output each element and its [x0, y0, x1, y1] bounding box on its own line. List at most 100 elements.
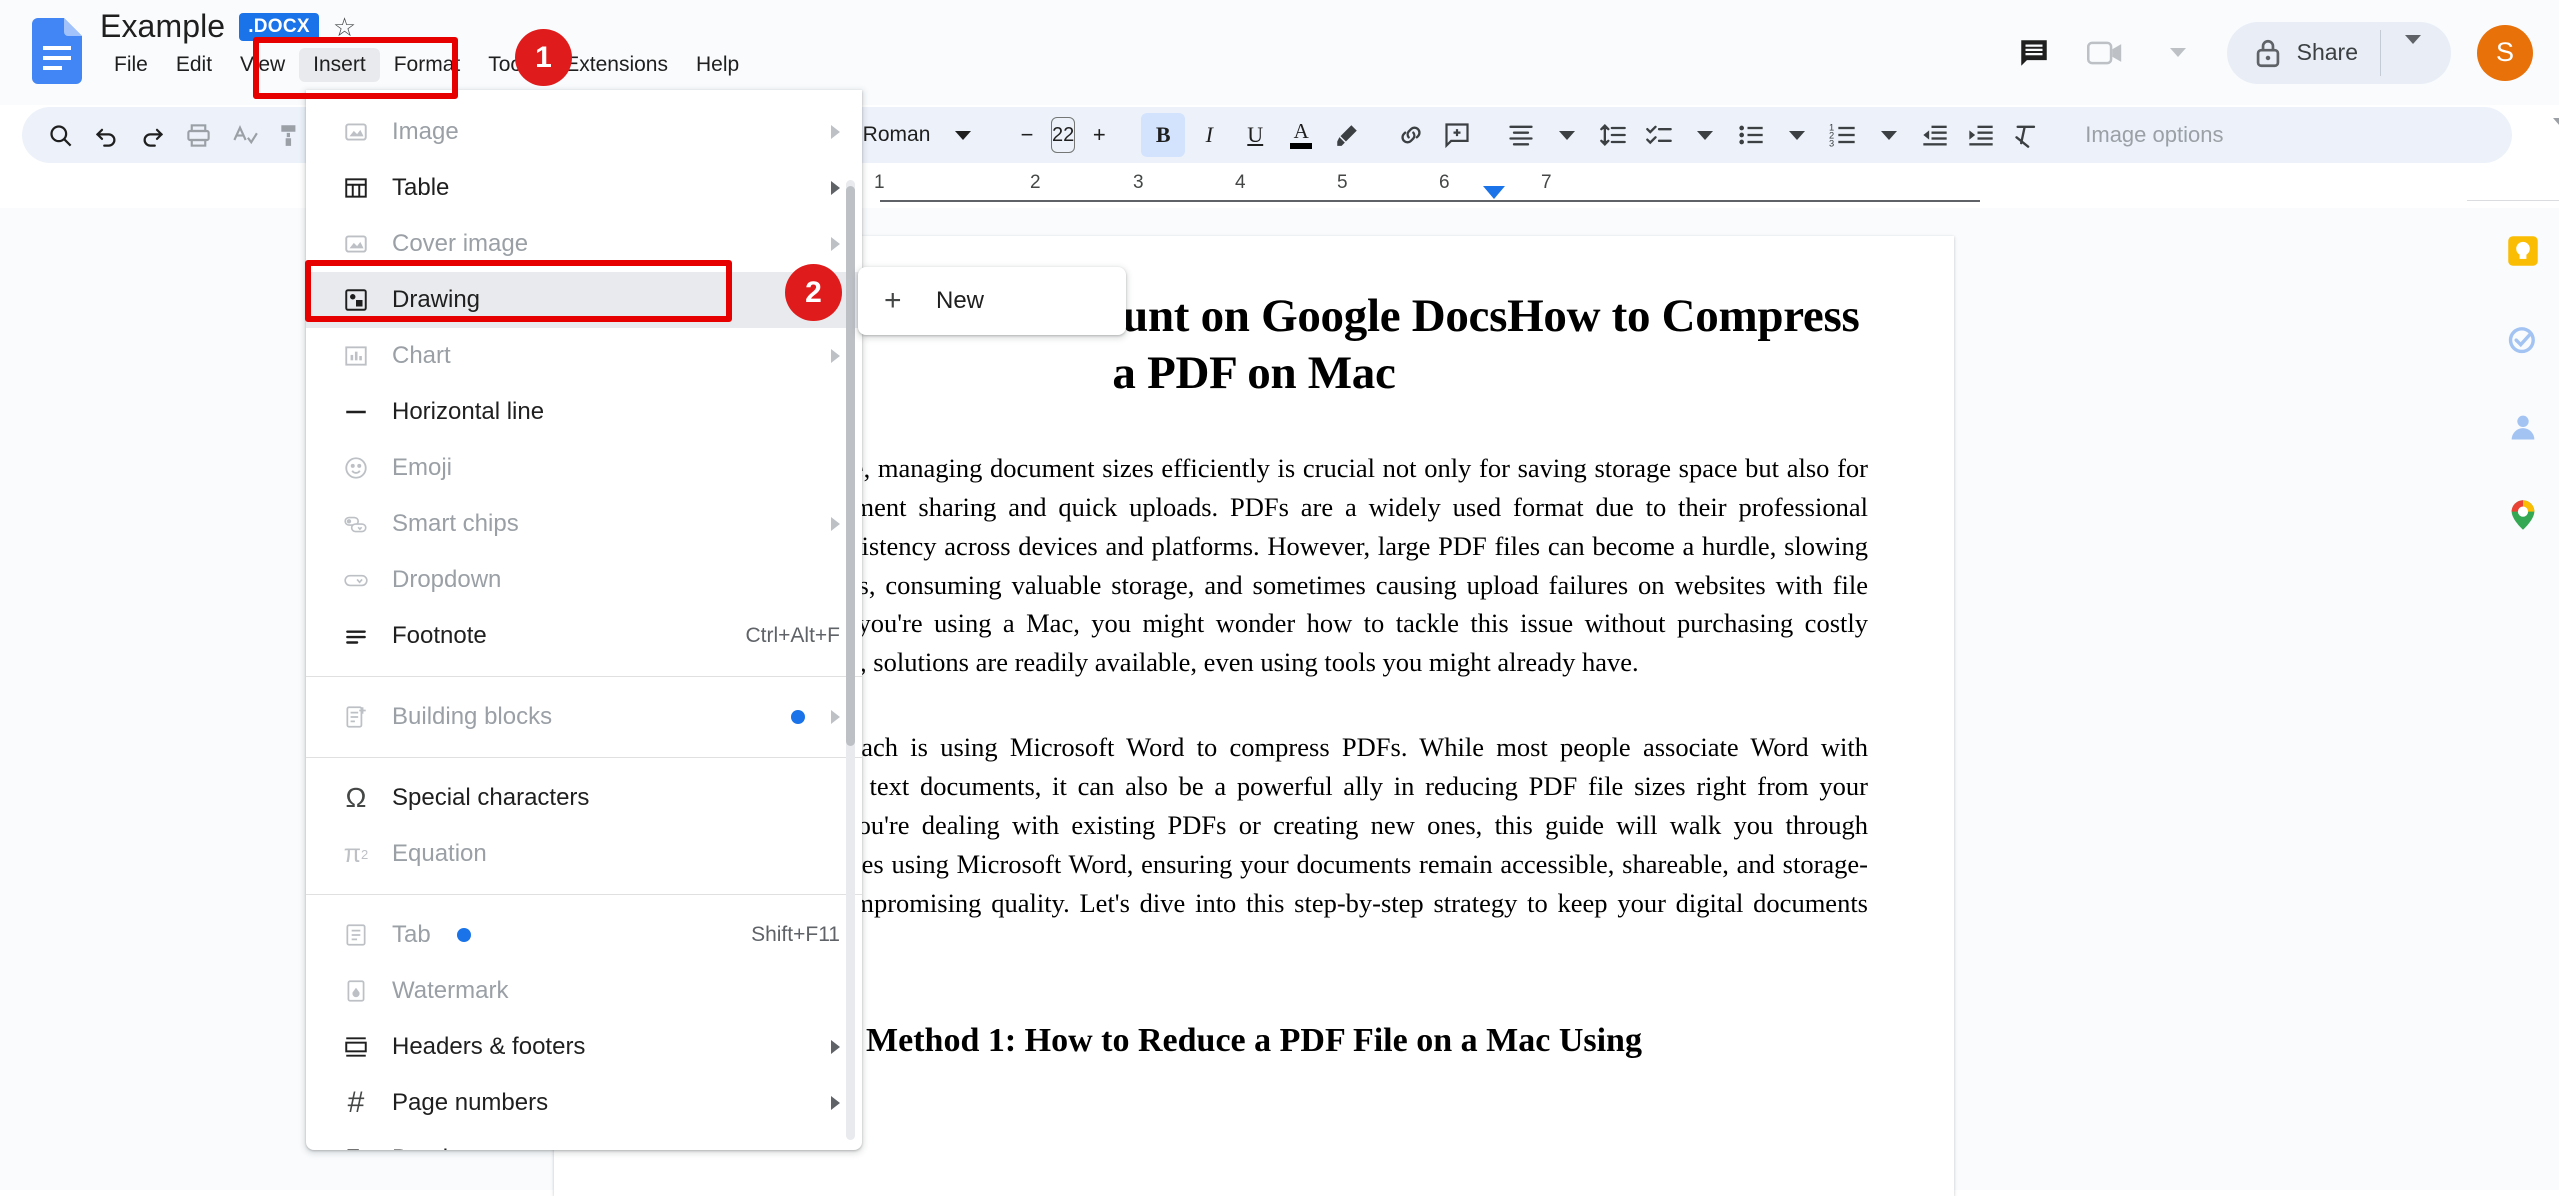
- menu-item-building-blocks[interactable]: Building blocks: [306, 689, 862, 745]
- highlighter-icon[interactable]: [1325, 113, 1369, 157]
- add-comment-icon[interactable]: [1435, 113, 1479, 157]
- tasks-icon[interactable]: [2500, 316, 2546, 362]
- ruler-number: 1: [874, 172, 885, 193]
- decrease-font-size-button[interactable]: −: [1005, 113, 1049, 157]
- bulleted-list-icon[interactable]: [1729, 113, 1773, 157]
- maps-icon[interactable]: [2500, 492, 2546, 538]
- underline-button[interactable]: U: [1233, 113, 1277, 157]
- menu-item-shortcut: Ctrl+Alt+F: [745, 624, 840, 647]
- watermark-icon: [334, 978, 378, 1004]
- chevron-right-icon: [831, 1096, 840, 1110]
- menu-help[interactable]: Help: [682, 48, 753, 82]
- right-indent-marker[interactable]: [1483, 186, 1505, 199]
- chevron-right-icon: [831, 125, 840, 139]
- numbered-list-icon[interactable]: 1 2 3: [1821, 113, 1865, 157]
- menu-item-label: Page numbers: [392, 1089, 549, 1116]
- menu-divider: [306, 676, 862, 677]
- menu-item-equation[interactable]: π2 Equation: [306, 826, 862, 882]
- image-options-chevron-down-icon[interactable]: [2553, 118, 2559, 144]
- bulleted-chevron-down-icon[interactable]: [1775, 113, 1819, 157]
- increase-font-size-button[interactable]: +: [1077, 113, 1121, 157]
- checklist-chevron-down-icon[interactable]: [1683, 113, 1727, 157]
- chevron-right-icon: [831, 1040, 840, 1054]
- submenu-new-label[interactable]: New: [936, 287, 984, 315]
- ruler-number: 2: [1030, 172, 1041, 193]
- menu-item-tab[interactable]: Tab Shift+F11: [306, 907, 862, 963]
- menu-item-label: Equation: [392, 840, 487, 867]
- font-chevron-down-icon[interactable]: [941, 113, 985, 157]
- menu-item-label: Dropdown: [392, 566, 502, 593]
- menu-item-label: Headers & footers: [392, 1033, 586, 1060]
- link-icon[interactable]: [1389, 113, 1433, 157]
- share-label: Share: [2296, 39, 2358, 65]
- video-camera-icon[interactable]: [2083, 30, 2129, 76]
- text-color-button[interactable]: A: [1279, 113, 1323, 157]
- table-icon: [334, 175, 378, 201]
- chevron-right-icon: [831, 517, 840, 531]
- menu-item-page-numbers[interactable]: # Page numbers: [306, 1075, 862, 1131]
- star-outline-icon[interactable]: ☆: [333, 14, 356, 40]
- line-spacing-icon[interactable]: [1591, 113, 1635, 157]
- new-feature-dot: [791, 710, 805, 724]
- menu-item-dropdown[interactable]: Dropdown: [306, 552, 862, 608]
- undo-icon[interactable]: [84, 113, 128, 157]
- rail-divider: [2467, 200, 2559, 201]
- image-options-control[interactable]: Image options: [2069, 118, 2559, 148]
- menu-item-label: Special characters: [392, 784, 590, 811]
- menu-item-label: Horizontal line: [392, 398, 545, 425]
- horizontal-line-icon: [334, 399, 378, 425]
- menu-item-smart-chips[interactable]: Smart chips: [306, 496, 862, 552]
- print-icon[interactable]: [176, 113, 220, 157]
- menu-scrollbar-thumb[interactable]: [846, 186, 855, 746]
- menu-item-special-characters[interactable]: Ω Special characters: [306, 770, 862, 826]
- menu-item-horizontal-line[interactable]: Horizontal line: [306, 384, 862, 440]
- menu-item-label: Smart chips: [392, 510, 519, 537]
- contacts-icon[interactable]: [2500, 404, 2546, 450]
- keep-notes-icon[interactable]: [2500, 228, 2546, 274]
- spellcheck-icon[interactable]: [222, 113, 266, 157]
- menu-item-label: Footnote: [392, 622, 487, 649]
- menu-item-image[interactable]: Image: [306, 104, 862, 160]
- chart-icon: [334, 343, 378, 369]
- share-chevron-down-icon[interactable]: [2381, 34, 2445, 62]
- menu-item-footnote[interactable]: Footnote Ctrl+Alt+F: [306, 608, 862, 664]
- numbered-chevron-down-icon[interactable]: [1867, 113, 1911, 157]
- menu-item-label: Chart: [392, 342, 451, 369]
- menu-item-label: Image: [392, 118, 459, 145]
- page-numbers-icon: #: [347, 1086, 365, 1119]
- ruler-number: 7: [1541, 172, 1552, 193]
- menu-item-headers-footers[interactable]: Headers & footers: [306, 1019, 862, 1075]
- font-size-input[interactable]: 22: [1051, 117, 1076, 153]
- annotation-badge-1: 1: [515, 29, 572, 86]
- meet-options-chevron-down-icon[interactable]: [2155, 30, 2201, 76]
- redo-icon[interactable]: [130, 113, 174, 157]
- menu-item-label: Cover image: [392, 230, 529, 257]
- page-title[interactable]: Example: [100, 8, 225, 45]
- cover-image-icon: [334, 231, 378, 257]
- menu-item-label: Building blocks: [392, 703, 553, 730]
- comment-history-icon[interactable]: [2011, 30, 2057, 76]
- text-color-swatch: [1290, 142, 1313, 149]
- annotation-badge-2: 2: [785, 264, 842, 321]
- decrease-indent-icon[interactable]: [1913, 113, 1957, 157]
- clear-formatting-icon[interactable]: [2005, 113, 2049, 157]
- menu-item-watermark[interactable]: Watermark: [306, 963, 862, 1019]
- menu-item-label: Emoji: [392, 454, 453, 481]
- align-center-icon[interactable]: [1499, 113, 1543, 157]
- bold-button[interactable]: B: [1141, 113, 1186, 157]
- menu-item-emoji[interactable]: Emoji: [306, 440, 862, 496]
- search-icon[interactable]: [38, 113, 82, 157]
- share-button[interactable]: Share: [2226, 21, 2451, 84]
- ruler-number: 6: [1439, 172, 1450, 193]
- checklist-icon[interactable]: [1637, 113, 1681, 157]
- align-chevron-down-icon[interactable]: [1545, 113, 1589, 157]
- avatar[interactable]: S: [2477, 24, 2533, 81]
- menu-file[interactable]: File: [100, 48, 162, 82]
- italic-button[interactable]: I: [1187, 113, 1231, 157]
- equation-icon: π2: [343, 839, 369, 868]
- menu-item-table[interactable]: Table: [306, 160, 862, 216]
- increase-indent-icon[interactable]: [1959, 113, 2003, 157]
- menu-edit[interactable]: Edit: [162, 48, 226, 82]
- menu-item-break[interactable]: Break: [306, 1131, 862, 1150]
- menu-item-chart[interactable]: Chart: [306, 328, 862, 384]
